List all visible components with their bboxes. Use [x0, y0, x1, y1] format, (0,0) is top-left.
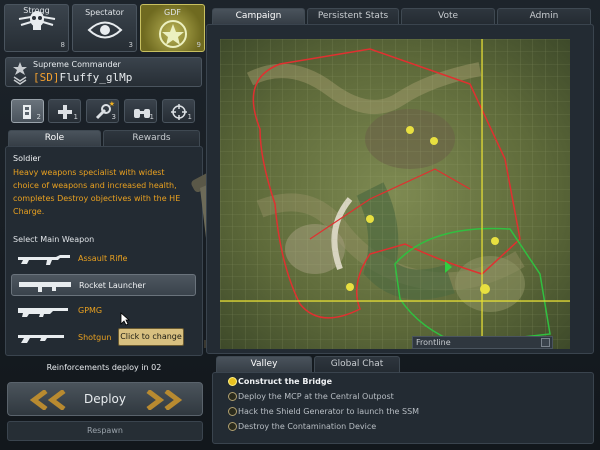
role-description: Heavy weapons specialist with widest cho… — [13, 168, 181, 216]
field-ops-binoculars-icon — [134, 109, 150, 118]
objective-icon — [228, 422, 237, 431]
deploy-screen: Strogg 8 Spectator 3 GDF 9 Supreme Comma… — [0, 0, 600, 450]
faction-count: 3 — [128, 41, 133, 49]
weapon-option-selected[interactable]: Rocket Launcher — [11, 274, 196, 296]
class-engineer-button[interactable]: ★ 3 — [86, 99, 119, 123]
role-title: Soldier — [13, 154, 41, 163]
respawn-button[interactable]: Respawn — [7, 421, 203, 441]
battlefield-map[interactable] — [220, 39, 570, 349]
faction-name: GDF — [164, 8, 181, 17]
objective-icon — [228, 407, 237, 416]
objective-item: Deploy the MCP at the Central Outpost — [228, 392, 394, 401]
shotgun-icon — [18, 335, 64, 343]
player-name-text: Fluffy_glMp — [59, 71, 133, 84]
weapon-label: Shotgun — [78, 333, 112, 342]
tooltip-click-to-change: Click to change — [118, 328, 184, 346]
weapon-label: GPMG — [78, 306, 103, 315]
objective-text: Deploy the MCP at the Central Outpost — [238, 392, 394, 401]
objective-text: Construct the Bridge — [238, 377, 333, 386]
rocket-launcher-icon — [19, 282, 71, 292]
objective-item: Destroy the Contamination Device — [228, 422, 377, 431]
gdf-star-icon — [158, 20, 187, 48]
objective-item: Construct the Bridge — [228, 377, 333, 386]
objective-active-icon — [228, 377, 237, 386]
class-field-ops-button[interactable]: 1 — [124, 99, 157, 123]
weapon-option[interactable]: Assault Rifle — [11, 248, 196, 270]
objective-item: Hack the Shield Generator to launch the … — [228, 407, 420, 416]
class-count: 3 — [111, 113, 116, 121]
map-toggle-icon[interactable] — [541, 338, 550, 347]
tab-global-chat[interactable]: Global Chat — [314, 356, 400, 372]
faction-gdf-button[interactable]: GDF 9 — [140, 4, 205, 52]
soldier-icon — [23, 105, 31, 119]
faction-name: Strogg — [23, 6, 50, 15]
weapon-label: Assault Rifle — [78, 254, 128, 263]
faction-spectator-button[interactable]: Spectator 3 — [72, 4, 137, 52]
tab-valley[interactable]: Valley — [216, 356, 312, 372]
faction-name: Spectator — [85, 8, 124, 17]
gpmg-icon — [18, 308, 68, 317]
class-count: 1 — [73, 113, 78, 121]
tab-vote[interactable]: Vote — [401, 8, 495, 24]
tab-role[interactable]: Role — [8, 130, 101, 146]
rank-insignia-icon — [13, 62, 27, 85]
player-name: [SD]Fluffy_glMp — [33, 71, 132, 84]
clan-tag: [SD] — [33, 71, 60, 84]
class-count: 1 — [187, 113, 192, 121]
covert-ops-crosshair-icon — [171, 104, 187, 120]
objective-text: Destroy the Contamination Device — [238, 422, 377, 431]
assault-rifle-icon — [18, 255, 70, 265]
faction-strogg-button[interactable]: Strogg 8 — [4, 4, 69, 52]
medic-cross-icon — [58, 105, 72, 119]
deploy-label: Deploy — [83, 392, 127, 406]
player-info: Supreme Commander [SD]Fluffy_glMp — [5, 57, 202, 87]
objective-text: Hack the Shield Generator to launch the … — [238, 407, 420, 416]
weapon-header: Select Main Weapon — [13, 235, 95, 244]
tab-rewards[interactable]: Rewards — [103, 130, 200, 146]
faction-count: 8 — [60, 41, 65, 49]
mouse-cursor-icon — [120, 312, 130, 326]
tab-persistent-stats[interactable]: Persistent Stats — [307, 8, 399, 24]
map-frontline-label: Frontline — [412, 336, 553, 349]
faction-count: 9 — [196, 41, 201, 49]
class-medic-button[interactable]: 1 — [48, 99, 81, 123]
tab-campaign[interactable]: Campaign — [212, 8, 305, 24]
star-icon: ★ — [108, 100, 115, 108]
chevrons-left-icon — [29, 390, 66, 410]
weapon-option[interactable]: GPMG — [11, 300, 196, 322]
reinforcements-timer: Reinforcements deploy in 02 — [46, 363, 162, 372]
class-soldier-button[interactable]: 2 — [11, 99, 44, 123]
weapon-label: Rocket Launcher — [79, 281, 146, 290]
objective-icon — [228, 392, 237, 401]
class-count: 1 — [149, 113, 154, 121]
class-covert-ops-button[interactable]: 1 — [162, 99, 195, 123]
chevrons-right-icon — [146, 390, 183, 410]
eye-icon — [87, 21, 122, 39]
player-rank: Supreme Commander — [33, 60, 121, 69]
role-panel: Soldier Heavy weapons specialist with wi… — [5, 146, 203, 356]
class-count: 2 — [36, 113, 41, 121]
deploy-button[interactable]: Deploy — [7, 382, 203, 416]
tab-admin[interactable]: Admin — [497, 8, 591, 24]
